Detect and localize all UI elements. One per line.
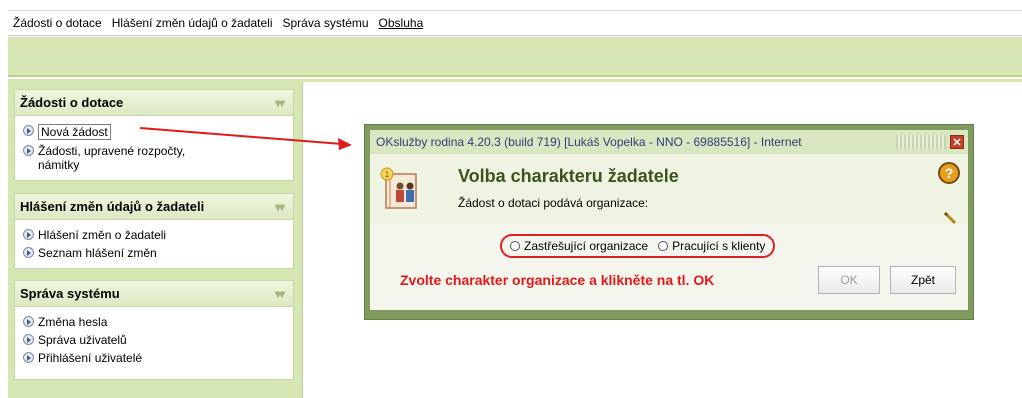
sidebar-item-hlaseni-zmen-o-zadateli[interactable]: Hlášení změn o žadateli: [23, 228, 293, 242]
sidebar-item-seznam-hlaseni[interactable]: Seznam hlášení změn: [23, 246, 293, 260]
sidebar-item-prihlaseni-uzivatele[interactable]: Přihlášení uživatelé: [23, 351, 293, 365]
arrow-bullet-icon: [23, 352, 34, 363]
sidebar-item-label: Žádosti, upravené rozpočty, námitky: [38, 144, 186, 172]
titlebar-grip: [896, 135, 946, 149]
dialog-header: 1 Volba charakteru žadatele Žádost o dot…: [370, 154, 968, 225]
radio-button[interactable]: [658, 241, 669, 251]
sidebar-item-label: Správa uživatelů: [38, 333, 127, 347]
radio-button[interactable]: [510, 241, 520, 251]
top-menu-bar: Žádosti o dotace Hlášení změn údajů o ža…: [8, 10, 1022, 36]
collapse-icon[interactable]: ▾▾: [275, 96, 285, 110]
menu-item-zadosti[interactable]: Žádosti o dotace: [8, 16, 107, 30]
panel-title: Hlášení změn údajů o žadateli: [20, 199, 205, 214]
sidebar-item-label: Nová žádost: [38, 124, 111, 140]
applicant-icon: 1: [380, 167, 417, 209]
arrow-bullet-icon: [23, 145, 34, 156]
toolbar-strip: [8, 37, 1022, 77]
menu-item-obsluha[interactable]: Obsluha: [374, 16, 429, 30]
dialog-title: OKslužby rodina 4.20.3 (build 719) [Luká…: [376, 135, 802, 149]
dialog-subtitle: Žádost o dotaci podává organizace:: [458, 196, 649, 210]
arrow-bullet-icon: [23, 229, 34, 240]
sidebar-item-label: Změna hesla: [38, 315, 108, 329]
radio-zastresujici[interactable]: Zastřešující organizace: [510, 239, 648, 253]
collapse-icon[interactable]: ▾▾: [275, 287, 285, 301]
panel-header[interactable]: Žádosti o dotace ▾▾: [15, 90, 293, 116]
close-icon[interactable]: ✕: [950, 135, 964, 149]
back-button[interactable]: Zpět: [890, 266, 956, 294]
arrow-bullet-icon: [23, 334, 34, 345]
sidebar-item-zmena-hesla[interactable]: Změna hesla: [23, 315, 293, 329]
collapse-icon[interactable]: ▾▾: [275, 200, 285, 214]
dialog-titlebar[interactable]: OKslužby rodina 4.20.3 (build 719) [Luká…: [370, 130, 968, 154]
panel-header[interactable]: Hlášení změn údajů o žadateli ▾▾: [15, 194, 293, 220]
radio-pracujici[interactable]: Pracující s klienty: [658, 239, 765, 253]
arrow-bullet-icon: [23, 125, 34, 136]
ok-button[interactable]: OK: [818, 266, 880, 294]
dialog-body: Zastřešující organizace Pracující s klie…: [370, 224, 968, 310]
panel-title: Správa systému: [20, 286, 120, 301]
sidebar-item-zadosti-rozpocty[interactable]: Žádosti, upravené rozpočty, námitky: [23, 144, 293, 172]
radio-label: Pracující s klienty: [672, 239, 766, 253]
panel-header[interactable]: Správa systému ▾▾: [15, 281, 293, 307]
arrow-bullet-icon: [23, 247, 34, 258]
sidebar-item-sprava-uzivatelu[interactable]: Správa uživatelů: [23, 333, 293, 347]
applicant-type-dialog: OKslužby rodina 4.20.3 (build 719) [Luká…: [364, 124, 974, 320]
panel-title: Žádosti o dotace: [20, 95, 124, 110]
sidebar-item-label: Přihlášení uživatelé: [38, 351, 143, 365]
radio-label: Zastřešující organizace: [524, 239, 649, 253]
panel-zadosti: Žádosti o dotace ▾▾ Nová žádost Žádosti,…: [14, 89, 294, 181]
instruction-annotation: Zvolte charakter organizace a klikněte n…: [400, 272, 715, 288]
menu-item-sprava-systemu[interactable]: Správa systému: [278, 16, 374, 30]
sidebar-item-label: Hlášení změn o žadateli: [38, 228, 167, 242]
dialog-heading: Volba charakteru žadatele: [458, 166, 679, 186]
help-icon[interactable]: ?: [938, 162, 960, 184]
panel-hlaseni-zmen: Hlášení změn údajů o žadateli ▾▾ Hlášení…: [14, 193, 294, 269]
arrow-bullet-icon: [23, 316, 34, 327]
sidebar-item-nova-zadost[interactable]: Nová žádost: [23, 124, 293, 140]
organization-type-radio-group: Zastřešující organizace Pracující s klie…: [500, 234, 776, 258]
svg-text:1: 1: [385, 170, 390, 179]
menu-item-hlaseni-zmen[interactable]: Hlášení změn údajů o žadateli: [107, 16, 278, 30]
panel-sprava-systemu: Správa systému ▾▾ Změna hesla Správa uži…: [14, 280, 294, 380]
sidebar-item-label: Seznam hlášení změn: [38, 246, 157, 260]
